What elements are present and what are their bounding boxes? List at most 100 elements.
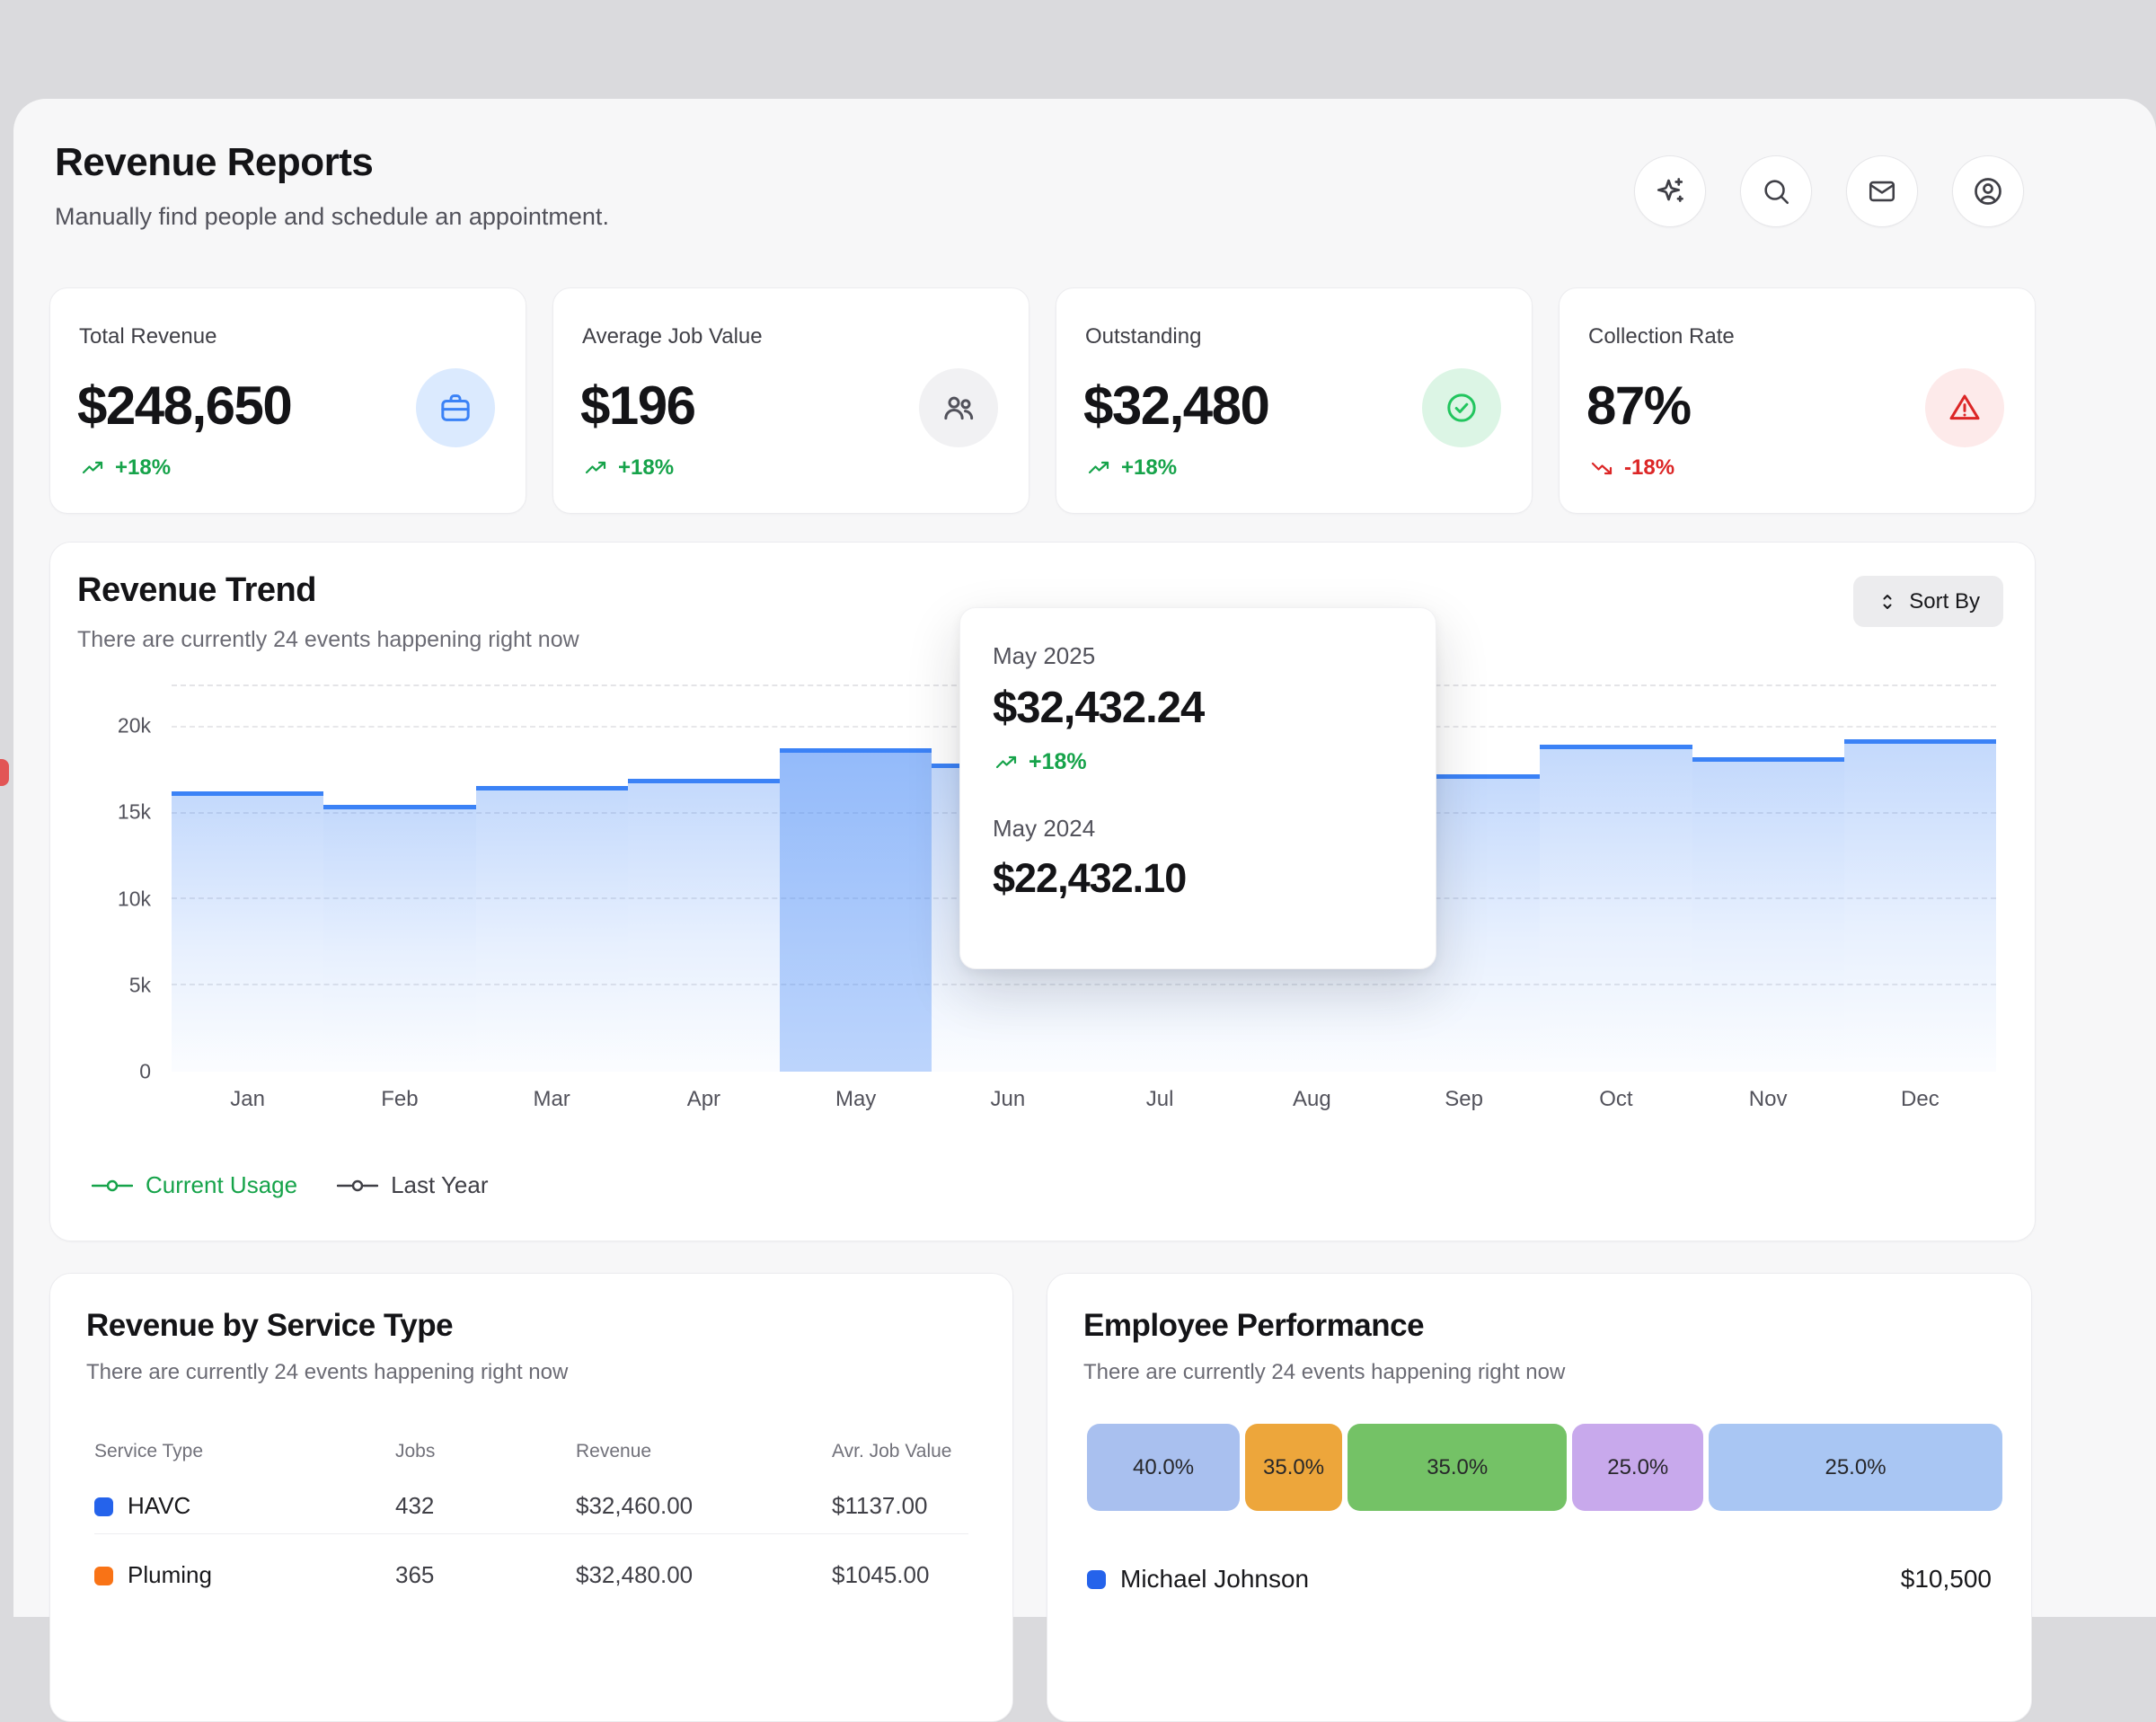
service-name-cell: HAVC [94,1492,395,1520]
y-tick-10k: 10k [118,887,151,911]
revenue-trend-subtitle: There are currently 24 events happening … [77,627,579,653]
chart-bar-mar[interactable] [476,786,628,1072]
jobs-cell: 432 [395,1492,576,1520]
stat-card-collection-rate: Collection Rate 87% -18% [1559,287,2036,514]
stack-segment-3[interactable]: 35.0% [1348,1424,1567,1511]
stat-label: Collection Rate [1588,324,1735,349]
mail-icon [1867,176,1897,207]
column-header: Jobs [395,1441,576,1462]
profile-button[interactable] [1952,155,2024,227]
legend-line-marker-icon [337,1179,378,1192]
x-tick-mar: Mar [476,1087,628,1112]
employee-performance-card: Employee Performance There are currently… [1047,1273,2032,1722]
x-tick-apr: Apr [628,1087,780,1112]
y-tick-20k: 20k [118,714,151,738]
legend-line-marker-icon [92,1179,133,1192]
stat-trend-value: -18% [1624,455,1674,481]
x-tick-aug: Aug [1236,1087,1388,1112]
page-title: Revenue Reports [55,140,373,185]
legend-item-last-year[interactable]: Last Year [337,1171,488,1199]
jobs-cell: 365 [395,1561,576,1589]
chart-bar-may[interactable] [780,748,932,1072]
sparkles-icon [1654,175,1686,208]
y-tick-0: 0 [139,1060,151,1084]
x-tick-feb: Feb [323,1087,475,1112]
trend-up-icon [1085,457,1112,479]
stack-segment-label: 25.0% [1607,1455,1668,1480]
stat-trend: +18% [1085,455,1177,481]
chart-bar-jan[interactable] [172,791,323,1072]
stack-segment-label: 35.0% [1427,1455,1488,1480]
stat-value: $32,480 [1083,375,1268,437]
service-type-table: Service Type Jobs Revenue Avr. Job Value… [94,1438,968,1603]
page-subtitle: Manually find people and schedule an app… [55,203,609,231]
trend-up-icon [993,752,1020,773]
stat-trend: +18% [582,455,674,481]
search-button[interactable] [1740,155,1812,227]
stat-card-average-job-value: Average Job Value $196 +18% [552,287,1029,514]
chart-bar-oct[interactable] [1540,745,1692,1072]
chart-bar-feb[interactable] [323,805,475,1072]
main-panel: Revenue Reports Manually find people and… [13,99,2156,1617]
sort-by-button[interactable]: Sort By [1853,576,2003,627]
service-name-cell: Pluming [94,1561,395,1589]
stat-value: 87% [1586,375,1691,437]
revenue-by-service-type-card: Revenue by Service Type There are curren… [49,1273,1013,1722]
stack-segment-label: 35.0% [1263,1455,1324,1480]
avg-job-value-cell: $1137.00 [832,1492,968,1520]
chart-bar-dec[interactable] [1844,739,1996,1072]
legend-label: Current Usage [146,1171,297,1199]
tooltip-trend-value: +18% [1029,749,1087,775]
legend-label: Last Year [391,1171,488,1199]
stat-label: Average Job Value [582,324,763,349]
stack-segment-label: 25.0% [1825,1455,1886,1480]
trend-up-icon [79,457,106,479]
stat-value: $248,650 [77,375,291,437]
chart-bar-apr[interactable] [628,779,780,1072]
left-edge-tab[interactable] [0,759,9,786]
legend-item-current-usage[interactable]: Current Usage [92,1171,297,1199]
employee-performance-title: Employee Performance [1083,1308,1424,1344]
chart-bar-nov[interactable] [1692,757,1844,1072]
stack-segment-5[interactable]: 25.0% [1709,1424,2002,1511]
stat-icon-circle [1422,368,1501,447]
ai-assistant-button[interactable] [1634,155,1706,227]
stack-segment-1[interactable]: 40.0% [1087,1424,1240,1511]
stat-trend-value: +18% [115,455,171,481]
x-tick-jan: Jan [172,1087,323,1112]
chart-tooltip: May 2025 $32,432.24 +18% May 2024 $22,43… [959,607,1436,969]
tooltip-period-current: May 2025 [993,642,1403,670]
stat-trend-value: +18% [1121,455,1177,481]
stat-label: Outstanding [1085,324,1201,349]
stat-trend: +18% [79,455,171,481]
performance-stack: 40.0% 35.0% 35.0% 25.0% 25.0% [1087,1424,2002,1511]
stack-segment-2[interactable]: 35.0% [1245,1424,1342,1511]
mail-button[interactable] [1846,155,1918,227]
search-icon [1761,176,1791,207]
revenue-trend-title: Revenue Trend [77,571,316,610]
employee-performance-subtitle: There are currently 24 events happening … [1083,1360,1565,1385]
revenue-cell: $32,460.00 [576,1492,832,1520]
tooltip-period-previous: May 2024 [993,815,1403,843]
column-header: Revenue [576,1441,832,1462]
x-tick-jul: Jul [1084,1087,1236,1112]
x-tick-may: May [780,1087,932,1112]
profile-icon [1972,175,2004,208]
x-tick-nov: Nov [1692,1087,1844,1112]
table-row[interactable]: HAVC 432 $32,460.00 $1137.00 [94,1478,968,1533]
stack-segment-4[interactable]: 25.0% [1572,1424,1703,1511]
check-circle-icon [1444,390,1480,426]
employee-list-item[interactable]: Michael Johnson $10,500 [1087,1554,1992,1604]
team-icon [941,390,976,426]
stat-icon-circle [1925,368,2004,447]
column-header: Avr. Job Value [832,1441,968,1462]
y-tick-15k: 15k [118,800,151,825]
tooltip-trend: +18% [993,749,1403,775]
revenue-trend-x-axis: JanFebMarAprMayJunJulAugSepOctNovDec [172,1087,1996,1117]
stat-trend-value: +18% [618,455,674,481]
stat-value: $196 [580,375,694,437]
employee-name: Michael Johnson [1120,1565,1309,1594]
table-row[interactable]: Pluming 365 $32,480.00 $1045.00 [94,1547,968,1603]
stack-segment-label: 40.0% [1133,1455,1194,1480]
series-color-swatch [1087,1570,1106,1589]
